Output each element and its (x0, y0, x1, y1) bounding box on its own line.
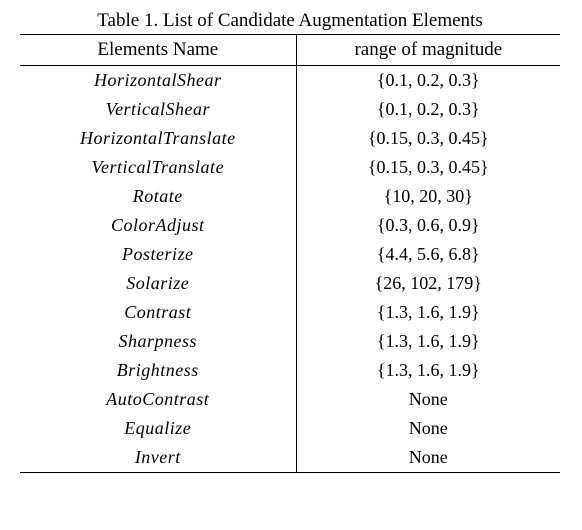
element-name-cell: ColorAdjust (20, 211, 296, 240)
element-name-text: Solarize (126, 273, 189, 293)
element-name-cell: AutoContrast (20, 385, 296, 414)
range-cell: {0.15, 0.3, 0.45} (296, 124, 560, 153)
table-row: AutoContrast None (20, 385, 560, 414)
table-row: Solarize {26, 102, 179} (20, 269, 560, 298)
header-row: Elements Name range of magnitude (20, 35, 560, 66)
augmentation-table: Elements Name range of magnitude Horizon… (20, 34, 560, 473)
element-name-text: Sharpness (119, 331, 198, 351)
augmentation-table-wrapper: Table 1. List of Candidate Augmentation … (20, 10, 560, 473)
element-name-text: Brightness (117, 360, 199, 380)
table-row: HorizontalShear {0.1, 0.2, 0.3} (20, 66, 560, 96)
element-name-text: HorizontalTranslate (80, 128, 236, 148)
element-name-cell: Contrast (20, 298, 296, 327)
element-name-text: Rotate (133, 186, 183, 206)
table-row: VerticalTranslate {0.15, 0.3, 0.45} (20, 153, 560, 182)
table-row: VerticalShear {0.1, 0.2, 0.3} (20, 95, 560, 124)
element-name-cell: HorizontalShear (20, 66, 296, 96)
table-row: Equalize None (20, 414, 560, 443)
range-cell: {0.1, 0.2, 0.3} (296, 66, 560, 96)
table-row: Rotate {10, 20, 30} (20, 182, 560, 211)
range-cell: None (296, 414, 560, 443)
element-name-cell: Brightness (20, 356, 296, 385)
range-cell: {26, 102, 179} (296, 269, 560, 298)
table-row: Posterize {4.4, 5.6, 6.8} (20, 240, 560, 269)
table-row: Invert None (20, 443, 560, 473)
element-name-cell: Sharpness (20, 327, 296, 356)
range-cell: {0.1, 0.2, 0.3} (296, 95, 560, 124)
element-name-text: HorizontalShear (94, 70, 222, 90)
range-cell: {0.15, 0.3, 0.45} (296, 153, 560, 182)
element-name-text: AutoContrast (106, 389, 209, 409)
range-cell: {10, 20, 30} (296, 182, 560, 211)
element-name-text: Invert (135, 447, 181, 467)
table-row: Sharpness {1.3, 1.6, 1.9} (20, 327, 560, 356)
table-row: HorizontalTranslate {0.15, 0.3, 0.45} (20, 124, 560, 153)
table-row: ColorAdjust {0.3, 0.6, 0.9} (20, 211, 560, 240)
element-name-cell: VerticalTranslate (20, 153, 296, 182)
table-caption: Table 1. List of Candidate Augmentation … (20, 10, 560, 32)
element-name-cell: Posterize (20, 240, 296, 269)
element-name-text: Contrast (124, 302, 191, 322)
header-range: range of magnitude (296, 35, 560, 66)
range-cell: None (296, 385, 560, 414)
table-row: Contrast {1.3, 1.6, 1.9} (20, 298, 560, 327)
element-name-text: ColorAdjust (111, 215, 205, 235)
element-name-cell: VerticalShear (20, 95, 296, 124)
range-cell: {1.3, 1.6, 1.9} (296, 356, 560, 385)
element-name-cell: Equalize (20, 414, 296, 443)
range-cell: {1.3, 1.6, 1.9} (296, 327, 560, 356)
range-cell: {0.3, 0.6, 0.9} (296, 211, 560, 240)
element-name-text: Equalize (124, 418, 191, 438)
element-name-cell: Invert (20, 443, 296, 473)
range-cell: {1.3, 1.6, 1.9} (296, 298, 560, 327)
range-cell: {4.4, 5.6, 6.8} (296, 240, 560, 269)
element-name-text: Posterize (122, 244, 194, 264)
table-row: Brightness {1.3, 1.6, 1.9} (20, 356, 560, 385)
range-cell: None (296, 443, 560, 473)
header-elements-name: Elements Name (20, 35, 296, 66)
element-name-cell: HorizontalTranslate (20, 124, 296, 153)
element-name-cell: Solarize (20, 269, 296, 298)
element-name-text: VerticalShear (106, 99, 210, 119)
element-name-cell: Rotate (20, 182, 296, 211)
element-name-text: VerticalTranslate (92, 157, 225, 177)
